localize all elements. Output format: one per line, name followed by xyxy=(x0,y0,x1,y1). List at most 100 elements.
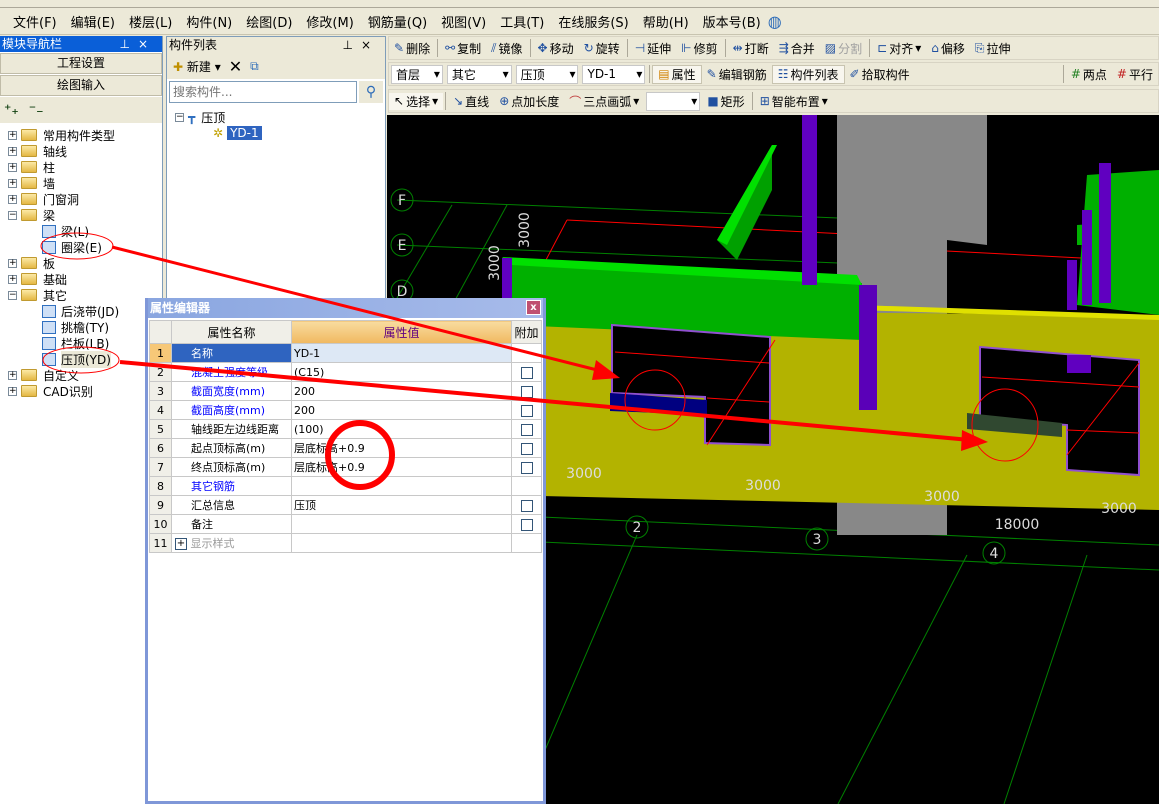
extra-checkbox[interactable] xyxy=(520,366,533,379)
property-row[interactable]: 9 汇总信息 压顶 xyxy=(149,495,542,515)
extra-checkbox[interactable] xyxy=(520,461,533,474)
copy-button[interactable]: ⚯ 复制 xyxy=(440,40,486,57)
drawing-input-button[interactable]: 绘图输入 xyxy=(0,75,162,96)
property-row[interactable]: 8 其它钢筋 xyxy=(149,476,542,496)
delete-icon[interactable]: ✕ xyxy=(229,57,242,76)
property-value[interactable]: 层底标高+0.9 xyxy=(291,457,512,477)
property-value[interactable]: (C15) xyxy=(291,362,512,382)
select-button[interactable]: ↖ 选择 ▾ xyxy=(389,92,444,110)
menu-item[interactable]: 视图(V) xyxy=(434,12,493,31)
tree-item[interactable]: ✲ YD-1 xyxy=(175,125,385,141)
expand-all-icon[interactable]: ⁺₊ xyxy=(4,102,19,118)
tree-item[interactable]: + 常用构件类型 xyxy=(0,127,162,143)
mirror-button[interactable]: ⫽ 镜像 xyxy=(486,40,527,57)
merge-button[interactable]: ⇶ 合并 xyxy=(774,40,820,57)
component-select[interactable]: YD-1 ▾ xyxy=(582,64,646,84)
expand-icon[interactable]: + xyxy=(8,386,17,396)
break-button[interactable]: ⇹ 打断 xyxy=(728,40,774,57)
property-value[interactable]: 层底标高+0.9 xyxy=(291,438,512,458)
expand-icon[interactable]: + xyxy=(8,178,17,188)
search-icon[interactable]: ⚲ xyxy=(359,81,383,103)
property-value[interactable]: 200 xyxy=(291,400,512,420)
close-icon[interactable]: x xyxy=(526,300,541,315)
trim-button[interactable]: ⊩ 修剪 xyxy=(676,40,722,57)
two-point-button[interactable]: # 两点 xyxy=(1066,66,1112,83)
menu-item[interactable]: 工具(T) xyxy=(493,12,551,31)
menu-item[interactable]: 文件(F) xyxy=(6,12,64,31)
category-select[interactable]: 其它 ▾ xyxy=(446,64,512,84)
tree-item[interactable]: 后浇带(JD) xyxy=(0,303,162,319)
tree-item[interactable]: 压顶(YD) xyxy=(0,350,162,368)
type-select[interactable]: 压顶 ▾ xyxy=(515,64,579,84)
extra-checkbox[interactable] xyxy=(520,499,533,512)
collapse-icon[interactable]: − xyxy=(175,112,184,122)
menu-item[interactable]: 楼层(L) xyxy=(122,12,179,31)
expand-icon[interactable]: + xyxy=(8,130,17,140)
property-value[interactable]: YD-1 xyxy=(291,343,512,363)
edit-rebar-button[interactable]: ✎ 编辑钢筋 xyxy=(702,66,772,83)
tree-item[interactable]: + 墙 xyxy=(0,175,162,191)
tree-item[interactable]: − 梁 xyxy=(0,207,162,223)
extra-checkbox[interactable] xyxy=(520,423,533,436)
parallel-button[interactable]: # 平行 xyxy=(1112,66,1158,83)
property-row[interactable]: 11 + 显示样式 xyxy=(149,533,542,553)
tree-item[interactable]: + 轴线 xyxy=(0,143,162,159)
tree-item[interactable]: + 门窗洞 xyxy=(0,191,162,207)
extra-checkbox[interactable] xyxy=(520,385,533,398)
offset-button[interactable]: ⌂ 偏移 xyxy=(926,40,970,57)
point-length-button[interactable]: ⊕ 点加长度 xyxy=(494,93,564,110)
project-settings-button[interactable]: 工程设置 xyxy=(0,53,162,74)
rotate-button[interactable]: ↻ 旋转 xyxy=(579,40,625,57)
properties-button[interactable]: ▤ 属性 xyxy=(652,64,702,84)
component-list-button[interactable]: ☷ 构件列表 xyxy=(771,64,845,84)
property-value[interactable] xyxy=(291,476,512,496)
tree-item[interactable]: + CAD识别 xyxy=(0,383,162,399)
property-row[interactable]: 3 截面宽度(mm) 200 xyxy=(149,381,542,401)
rectangle-button[interactable]: ■ 矩形 xyxy=(702,93,749,110)
align-button[interactable]: ⊏ 对齐 ▾ xyxy=(872,40,926,57)
three-point-arc-button[interactable]: ⌒ 三点画弧 ▾ xyxy=(564,93,644,110)
collapse-icon[interactable]: − xyxy=(8,290,17,300)
arc-mode-select[interactable]: ▾ xyxy=(646,91,701,111)
update-icon[interactable]: ◍ xyxy=(768,12,782,31)
expand-icon[interactable]: + xyxy=(8,162,17,172)
pin-close-icons[interactable]: ⊥× xyxy=(119,36,162,52)
property-row[interactable]: 7 终点顶标高(m) 层底标高+0.9 xyxy=(149,457,542,477)
property-value[interactable]: (100) xyxy=(291,419,512,439)
tree-item[interactable]: + 板 xyxy=(0,255,162,271)
floor-select[interactable]: 首层 ▾ xyxy=(391,64,443,84)
tree-item[interactable]: + 基础 xyxy=(0,271,162,287)
menu-item[interactable]: 帮助(H) xyxy=(636,12,696,31)
expand-icon[interactable]: + xyxy=(8,274,17,284)
new-button[interactable]: ✚ 新建 ▾ xyxy=(173,58,221,75)
extra-checkbox[interactable] xyxy=(520,518,533,531)
collapse-icon[interactable]: − xyxy=(8,210,17,220)
property-value[interactable]: 压顶 xyxy=(291,495,512,515)
property-row[interactable]: 1 名称 YD-1 xyxy=(149,343,542,363)
property-value[interactable] xyxy=(291,514,512,534)
property-row[interactable]: 4 截面高度(mm) 200 xyxy=(149,400,542,420)
property-row[interactable]: 10 备注 xyxy=(149,514,542,534)
menu-item[interactable]: 钢筋量(Q) xyxy=(361,12,434,31)
menu-item[interactable]: 版本号(B) xyxy=(696,12,768,31)
tree-item[interactable]: 梁(L) xyxy=(0,223,162,239)
expand-icon[interactable]: + xyxy=(8,194,17,204)
extra-checkbox[interactable] xyxy=(520,442,533,455)
menu-item[interactable]: 在线服务(S) xyxy=(551,12,635,31)
property-row[interactable]: 5 轴线距左边线距离 (100) xyxy=(149,419,542,439)
expand-icon[interactable]: + xyxy=(8,146,17,156)
menu-item[interactable]: 修改(M) xyxy=(299,12,360,31)
tree-item[interactable]: − 其它 xyxy=(0,287,162,303)
stretch-button[interactable]: ⎘ 拉伸 xyxy=(970,40,1016,57)
pin-close-icons[interactable]: ⊥× xyxy=(342,37,385,53)
menu-item[interactable]: 编辑(E) xyxy=(64,12,122,31)
expand-icon[interactable]: + xyxy=(8,370,17,380)
menu-item[interactable]: 绘图(D) xyxy=(239,12,299,31)
expand-icon[interactable]: + xyxy=(175,538,187,550)
move-button[interactable]: ✥ 移动 xyxy=(533,40,579,57)
property-row[interactable]: 2 混凝土强度等级 (C15) xyxy=(149,362,542,382)
pick-component-button[interactable]: ✐ 拾取构件 xyxy=(845,66,915,83)
eraser-button[interactable]: ✎ 删除 xyxy=(389,40,435,57)
tree-root[interactable]: − ┳ 压顶 xyxy=(175,109,385,125)
tree-item[interactable]: + 柱 xyxy=(0,159,162,175)
